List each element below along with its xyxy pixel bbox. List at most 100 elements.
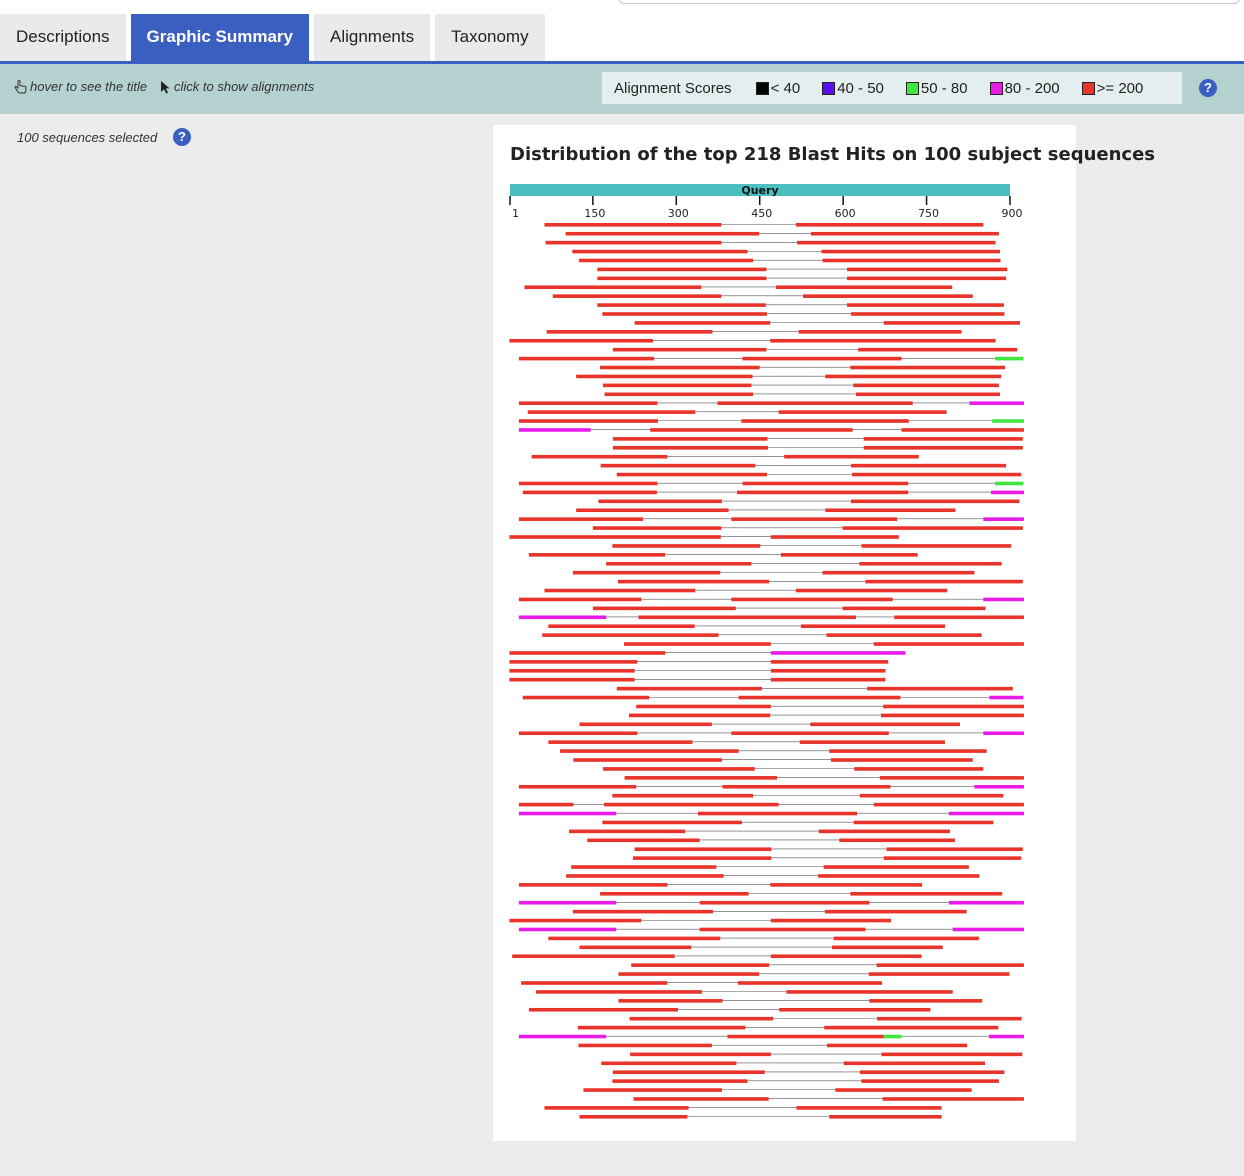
hit-segment[interactable]	[518, 811, 617, 816]
hit-segment[interactable]	[509, 535, 721, 539]
tab-graphic-summary[interactable]: Graphic Summary	[130, 14, 309, 62]
hit-segment[interactable]	[565, 231, 760, 236]
hit-segment[interactable]	[829, 1115, 942, 1119]
hit-segment[interactable]	[509, 918, 642, 923]
hit-segment[interactable]	[509, 669, 635, 673]
hit-segment[interactable]	[850, 312, 1005, 316]
hit-segment[interactable]	[634, 321, 771, 325]
hit-segment[interactable]	[630, 1052, 771, 1057]
hit-segment[interactable]	[518, 597, 642, 602]
hit-segment[interactable]	[829, 749, 987, 753]
hit-segment[interactable]	[600, 365, 760, 370]
hit-segment[interactable]	[859, 793, 1004, 798]
hit-segment[interactable]	[612, 1070, 765, 1074]
hit-segment[interactable]	[883, 856, 1022, 860]
hit-segment[interactable]	[566, 874, 724, 878]
hit-segment[interactable]	[612, 793, 754, 798]
hit-segment[interactable]	[576, 374, 753, 379]
hit-segment[interactable]	[602, 383, 752, 388]
hit-segment[interactable]	[738, 981, 883, 985]
hit-segment[interactable]	[509, 651, 666, 655]
hit-segment[interactable]	[770, 918, 891, 923]
hit-segment[interactable]	[818, 874, 980, 878]
hit-segment[interactable]	[579, 945, 692, 950]
hit-segment[interactable]	[528, 553, 666, 557]
hit-segment[interactable]	[850, 463, 1007, 468]
hit-segment[interactable]	[988, 1034, 1024, 1039]
hit-segment[interactable]	[869, 999, 983, 1003]
hit-segment[interactable]	[822, 570, 975, 575]
hit-segment[interactable]	[880, 713, 1024, 718]
hit-segment[interactable]	[994, 481, 1024, 486]
hit-segment[interactable]	[636, 704, 771, 709]
hit-segment[interactable]	[573, 758, 722, 762]
hit-segment[interactable]	[952, 927, 1024, 932]
hit-segment[interactable]	[631, 963, 770, 967]
hit-segment[interactable]	[847, 303, 1004, 307]
hit-segment[interactable]	[948, 811, 1024, 816]
hit-segment[interactable]	[989, 695, 1024, 700]
hit-segment[interactable]	[994, 356, 1024, 361]
hit-segment[interactable]	[798, 330, 962, 334]
hit-segment[interactable]	[770, 669, 886, 673]
hit-segment[interactable]	[738, 695, 901, 700]
hit-segment[interactable]	[612, 446, 769, 450]
hit-segment[interactable]	[822, 258, 1001, 263]
hit-segment[interactable]	[778, 410, 947, 414]
hit-segment[interactable]	[587, 838, 700, 843]
hit-segment[interactable]	[847, 267, 1008, 272]
hit-segment[interactable]	[568, 829, 686, 834]
hit-segment[interactable]	[579, 722, 712, 727]
hit-segment[interactable]	[572, 249, 748, 254]
tab-descriptions[interactable]: Descriptions	[0, 14, 126, 62]
hit-segment[interactable]	[578, 1043, 712, 1048]
hit-segment[interactable]	[518, 927, 617, 932]
hit-segment[interactable]	[602, 312, 767, 316]
hit-segment[interactable]	[616, 686, 762, 691]
hit-segment[interactable]	[597, 267, 767, 272]
hit-segment[interactable]	[883, 1034, 902, 1039]
hit-segment[interactable]	[578, 258, 754, 263]
hit-segment[interactable]	[600, 463, 756, 468]
hit-segment[interactable]	[638, 615, 856, 620]
tab-alignments[interactable]: Alignments	[314, 14, 431, 62]
hit-segment[interactable]	[546, 330, 713, 334]
hit-segment[interactable]	[602, 767, 755, 771]
hit-segment[interactable]	[948, 900, 1024, 905]
hit-segment[interactable]	[883, 321, 1021, 325]
hit-segment[interactable]	[598, 499, 722, 504]
hit-segment[interactable]	[602, 820, 742, 825]
hit-segment[interactable]	[699, 900, 870, 905]
hit-segment[interactable]	[612, 1079, 748, 1083]
hit-segment[interactable]	[548, 624, 695, 628]
hit-segment[interactable]	[796, 240, 996, 245]
hit-segment[interactable]	[592, 606, 736, 611]
hit-segment[interactable]	[983, 731, 1024, 736]
hit-segment[interactable]	[518, 1034, 607, 1039]
hit-segment[interactable]	[731, 597, 893, 602]
hit-segment[interactable]	[604, 392, 754, 397]
hit-segment[interactable]	[742, 481, 909, 486]
hit-segment[interactable]	[597, 303, 766, 307]
hit-segment[interactable]	[616, 472, 767, 477]
hit-segment[interactable]	[731, 517, 898, 521]
hit-segment[interactable]	[617, 579, 770, 584]
hit-segment[interactable]	[518, 731, 638, 736]
hit-segment[interactable]	[629, 1016, 774, 1021]
hit-segment[interactable]	[810, 722, 960, 727]
hit-segment[interactable]	[795, 223, 984, 227]
hit-segment[interactable]	[572, 909, 714, 914]
hit-segment[interactable]	[603, 802, 779, 807]
hit-segment[interactable]	[727, 1034, 884, 1039]
hit-segment[interactable]	[847, 276, 1007, 281]
hit-segment[interactable]	[861, 544, 1012, 548]
hit-segment[interactable]	[531, 454, 668, 459]
hit-segment[interactable]	[545, 240, 722, 245]
hit-segment[interactable]	[528, 1007, 678, 1012]
tab-taxonomy[interactable]: Taxonomy	[435, 14, 545, 62]
hit-segment[interactable]	[600, 892, 749, 896]
hit-segment[interactable]	[835, 1088, 972, 1092]
hit-segment[interactable]	[882, 1097, 1024, 1101]
hit-segment[interactable]	[524, 285, 702, 290]
hit-segment[interactable]	[509, 660, 638, 664]
